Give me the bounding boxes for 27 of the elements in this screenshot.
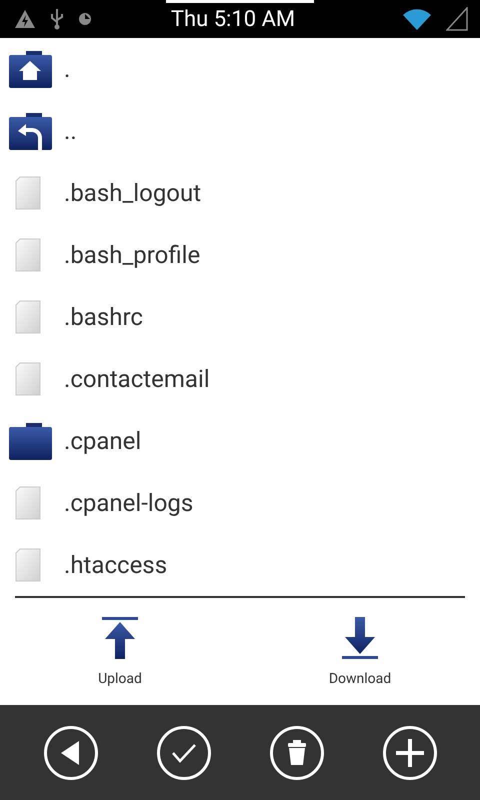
back-button[interactable] [44,726,98,780]
add-button[interactable] [382,726,436,780]
clock-icon [78,12,92,26]
file-name[interactable]: .bash_profile [64,241,200,269]
signal-icon [446,7,468,31]
file-name[interactable]: .. [64,117,77,145]
upload-icon [102,616,138,658]
file-name[interactable]: .cpanel-logs [64,489,194,517]
warning-icon [14,9,36,29]
delete-button[interactable] [270,726,324,780]
file-name[interactable]: .htaccess [64,551,168,579]
file-name[interactable]: .bash_logout [64,179,202,207]
trash-icon [286,740,306,766]
file-name[interactable]: . [64,55,70,83]
wifi-icon [402,7,432,31]
folder-icon [8,421,54,461]
download-icon [342,616,378,658]
usb-icon [50,8,64,30]
check-icon [170,742,196,762]
check-button[interactable] [156,726,210,780]
file-name[interactable]: .bashrc [64,303,143,331]
plus-icon [396,738,424,766]
file-name[interactable]: .contactemail [64,365,210,393]
file-name[interactable]: .cpanel [64,427,142,455]
status-time: Thu 5:10 AM [170,6,296,32]
home-folder-icon [8,49,54,89]
back-folder-icon [8,111,54,151]
